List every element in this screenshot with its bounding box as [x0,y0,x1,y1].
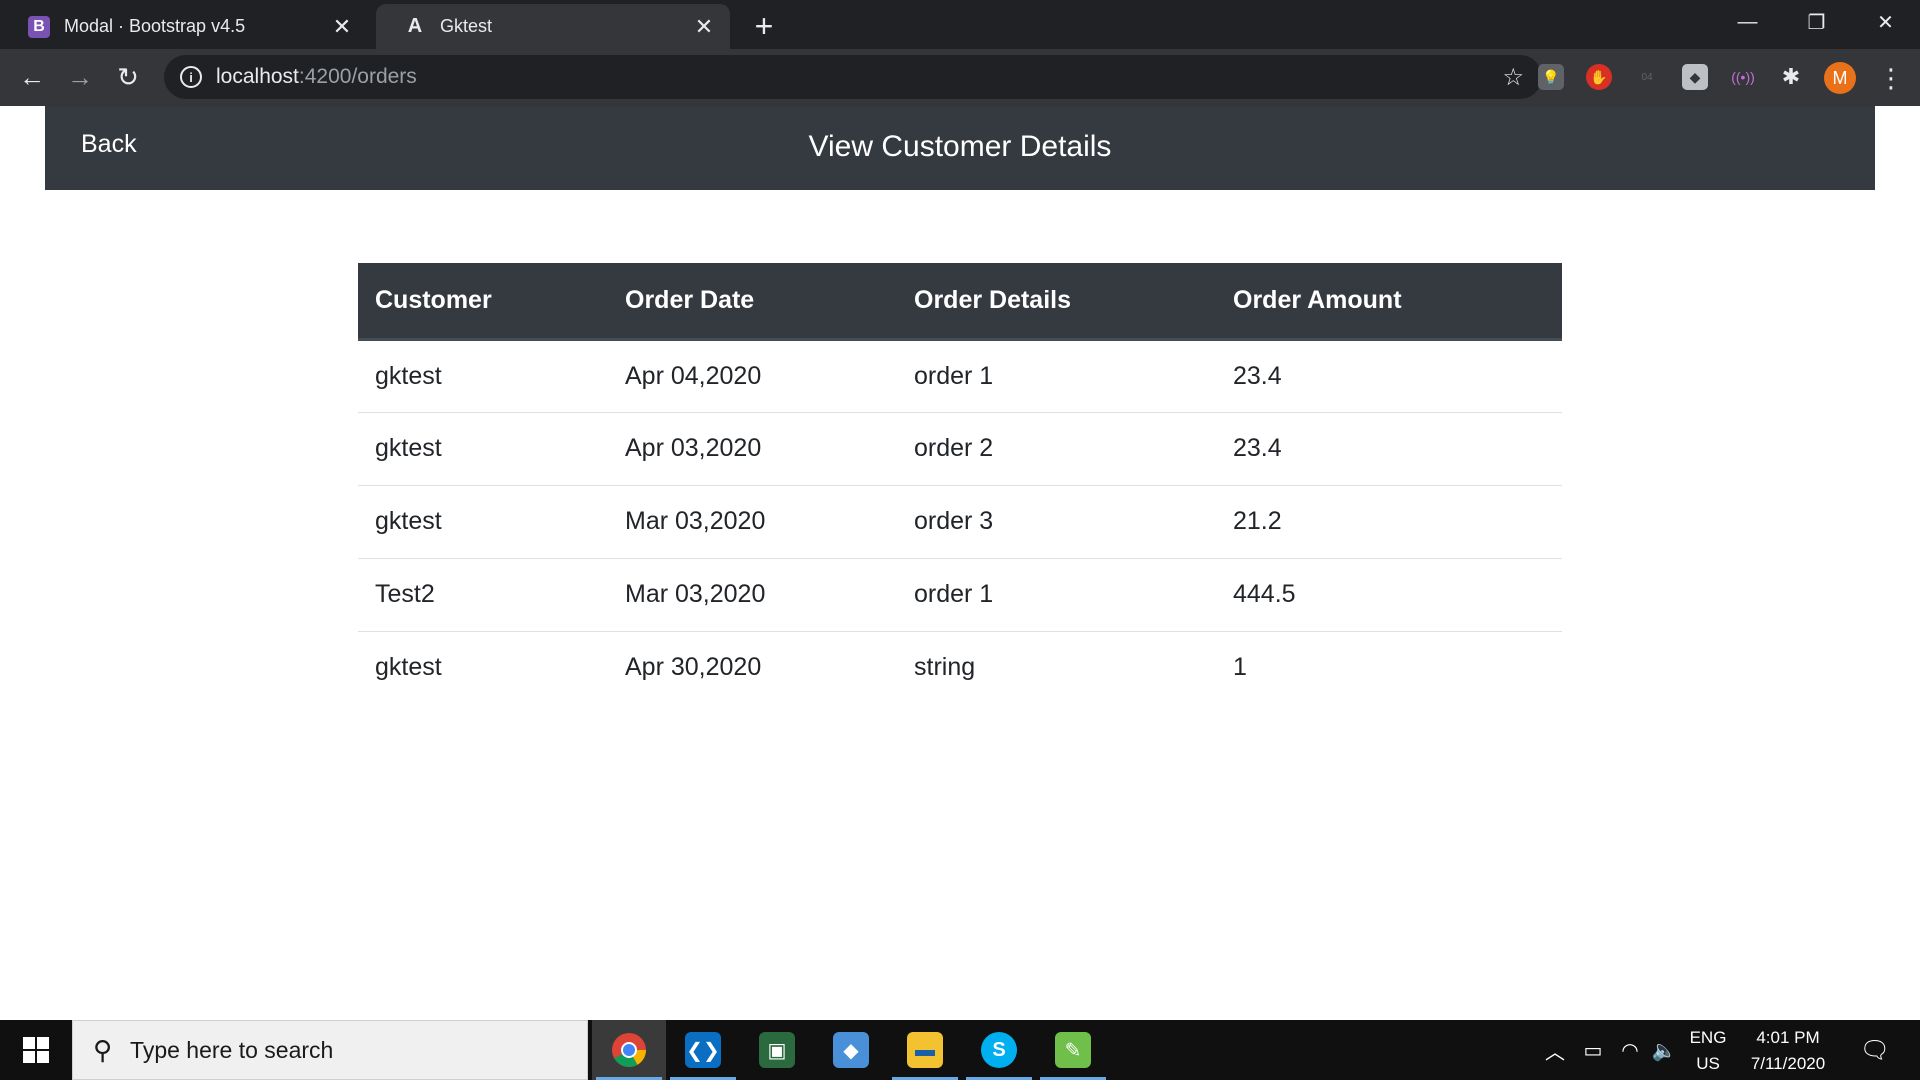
windows-taskbar: ⚲ Type here to search ❮❯ ▣ ◆ ▬ S ✎ ︿ ▭ ◠… [0,1020,1920,1080]
tab-close-icon[interactable]: ✕ [330,14,354,39]
cell-order-date: Apr 04,2020 [625,361,762,390]
extension-lightbulb-icon[interactable]: 💡 [1538,64,1564,90]
page-title: View Customer Details [808,130,1112,163]
taskbar-box-app-button[interactable]: ◆ [814,1020,888,1080]
bootstrap-favicon-icon: B [28,15,50,38]
restore-button[interactable]: ❐ [1782,0,1851,44]
extension-cube-icon[interactable]: ◆ [1682,64,1708,90]
taskbar-search-input[interactable]: ⚲ Type here to search [72,1020,588,1080]
cell-customer: gktest [358,630,608,704]
extension-broadcast-icon[interactable]: ((•)) [1730,64,1756,90]
notepad-icon: ✎ [1055,1032,1091,1068]
volume-icon[interactable]: 🔈 [1648,1020,1680,1080]
reload-icon[interactable]: ↻ [110,59,146,95]
cell-order-details: order 2 [897,411,1216,485]
table-row: Test2 Mar 03,2020 order 1 444.5 [358,557,1562,631]
address-bar[interactable]: i localhost:4200/orders ☆ [164,55,1542,99]
cell-customer: gktest [375,361,442,390]
cell-order-details: order 1 [897,557,1216,631]
table-row: gktest Apr 03,2020 order 2 23.4 [358,411,1562,485]
tab-close-icon[interactable]: ✕ [692,14,716,39]
cell-customer: gktest [358,411,608,485]
cell-order-details: order 1 [914,361,994,390]
angular-favicon-icon: A [407,15,423,37]
app-navbar: Back View Customer Details [45,106,1875,190]
browser-toolbar: ← → ↻ i localhost:4200/orders ☆ [0,49,1920,106]
search-placeholder: Type here to search [130,1036,334,1063]
keyboard-region: US [1696,1054,1720,1073]
taskbar-security-tool-button[interactable]: ▣ [740,1020,814,1080]
tab-gktest[interactable]: A Gktest ✕ [376,4,730,49]
minimize-button[interactable]: — [1713,0,1782,44]
url-host: localhost [216,65,299,88]
taskbar-clock[interactable]: 4:01 PM 7/11/2020 [1738,1025,1838,1077]
tab-bootstrap-modal[interactable]: B Modal · Bootstrap v4.5 ✕ [0,4,368,49]
battery-icon[interactable]: ▭ [1576,1020,1610,1080]
browser-menu-icon[interactable]: ⋮ [1878,60,1904,96]
clock-date: 7/11/2020 [1750,1054,1826,1073]
url-path: :4200/orders [298,65,417,88]
cell-order-date: Apr 30,2020 [608,630,897,704]
skype-icon: S [981,1032,1017,1068]
wifi-icon[interactable]: ◠ [1614,1020,1646,1080]
forward-arrow-icon[interactable]: → [62,59,98,95]
taskbar-skype-button[interactable]: S [962,1020,1036,1080]
language-code: ENG [1689,1028,1727,1047]
column-header-order-amount: Order Amount [1216,263,1562,341]
bookmark-star-icon[interactable]: ☆ [1502,63,1524,92]
new-tab-button[interactable]: + [746,8,782,44]
extension-clock-icon[interactable]: 04 [1634,64,1660,90]
cell-order-amount: 23.4 [1216,411,1562,485]
security-tool-icon: ▣ [759,1032,795,1068]
notification-center-icon[interactable]: 🗨 [1852,1020,1898,1080]
chrome-icon [612,1033,646,1067]
cell-order-amount: 444.5 [1216,557,1562,631]
cell-order-date: Apr 03,2020 [608,411,897,485]
table-row: gktest Mar 03,2020 order 3 21.2 [358,484,1562,558]
close-window-button[interactable]: ✕ [1851,0,1920,44]
column-header-order-date: Order Date [608,263,897,341]
back-arrow-icon[interactable]: ← [14,59,50,95]
taskbar-vscode-button[interactable]: ❮❯ [666,1020,740,1080]
cell-order-amount: 1 [1216,630,1562,704]
cell-customer: Test2 [358,557,608,631]
cell-order-date: Mar 03,2020 [608,484,897,558]
cell-customer: gktest [358,484,608,558]
cell-order-details: order 3 [897,484,1216,558]
cell-order-date: Mar 03,2020 [608,557,897,631]
taskbar-chrome-button[interactable] [592,1020,666,1080]
clock-time: 4:01 PM [1756,1028,1820,1047]
box-app-icon: ◆ [833,1032,869,1068]
language-indicator[interactable]: ENG US [1683,1025,1733,1077]
profile-avatar[interactable]: M [1824,62,1856,94]
site-info-icon[interactable]: i [180,66,202,88]
windows-start-button[interactable] [0,1020,72,1080]
cell-order-amount: 21.2 [1216,484,1562,558]
windows-logo-icon [23,1037,49,1063]
cell-order-amount: 23.4 [1233,361,1282,390]
taskbar-file-explorer-button[interactable]: ▬ [888,1020,962,1080]
cell-order-details: string [897,630,1216,704]
table-row: gktest Apr 30,2020 string 1 [358,630,1562,704]
taskbar-notepad-button[interactable]: ✎ [1036,1020,1110,1080]
orders-table: Customer Order Date Order Details Order … [358,263,1562,704]
column-header-customer: Customer [358,263,608,341]
show-hidden-icons-chevron-icon[interactable]: ︿ [1540,1020,1570,1080]
column-header-order-details: Order Details [897,263,1216,341]
tab-title: Gktest [440,16,493,36]
tab-title: Modal · Bootstrap v4.5 [64,16,246,36]
extensions-puzzle-icon[interactable]: ✱ [1778,64,1804,90]
search-icon: ⚲ [93,1034,113,1065]
browser-titlebar: B Modal · Bootstrap v4.5 ✕ A Gktest ✕ + … [0,0,1920,49]
extension-hand-icon[interactable]: ✋ [1586,64,1612,90]
file-explorer-icon: ▬ [907,1032,943,1068]
vscode-icon: ❮❯ [685,1032,721,1068]
table-header-row: Customer Order Date Order Details Order … [358,263,1562,341]
table-row: gktest Apr 04,2020 order 1 23.4 [358,339,1562,412]
